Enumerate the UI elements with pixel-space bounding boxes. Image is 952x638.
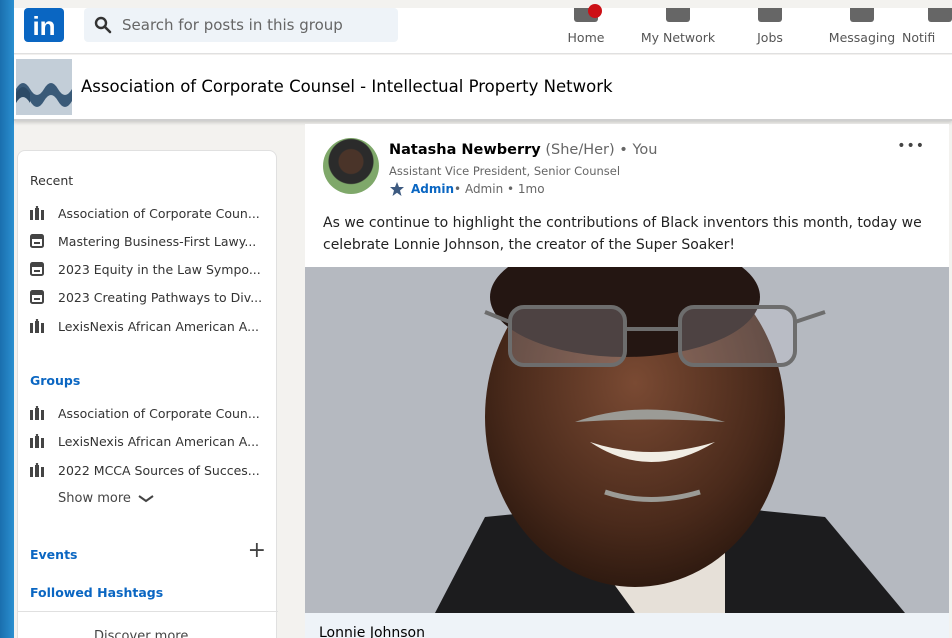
group-header: Association of Corporate Counsel - Intel… (14, 55, 952, 121)
show-more-label: Show more (58, 491, 131, 506)
nav-my-network[interactable]: My Network (637, 8, 719, 54)
author-headline: Assistant Vice President, Senior Counsel (389, 164, 621, 178)
discover-more-button[interactable]: Discover more (94, 629, 188, 638)
linkedin-logo[interactable]: in (24, 8, 64, 42)
author-name[interactable]: Natasha Newberry (389, 142, 541, 158)
home-icon (574, 4, 602, 22)
post-meta: Admin • Admin • 1mo (389, 181, 545, 197)
left-sidebar: Recent Association of Corporate Coun... … (17, 150, 278, 638)
group-item[interactable]: Association of Corporate Coun... (30, 403, 260, 423)
recent-item-label: 2023 Equity in the Law Sympo... (58, 261, 261, 277)
nav-home-label: Home (567, 30, 605, 45)
show-more-button[interactable]: Show more (58, 491, 155, 506)
post-meta-text: • Admin • 1mo (454, 182, 545, 196)
nav-notifications[interactable]: Notifi (902, 8, 952, 54)
add-event-icon[interactable]: + (248, 540, 266, 562)
post-card: Natasha Newberry (She/Her) • You Assista… (305, 124, 949, 638)
admin-badge[interactable]: Admin (411, 182, 454, 196)
network-icon (666, 8, 690, 22)
post-image[interactable] (305, 267, 949, 613)
group-logo[interactable] (16, 59, 72, 115)
groups-heading[interactable]: Groups (30, 373, 80, 388)
briefcase-icon (758, 8, 782, 22)
author-line: Natasha Newberry (She/Her) • You (389, 142, 657, 158)
group-title: Association of Corporate Counsel - Intel… (81, 77, 613, 96)
group-icon (30, 434, 44, 448)
recent-item[interactable]: Mastering Business-First Lawy... (30, 231, 256, 251)
search-box[interactable] (84, 8, 398, 42)
group-icon (30, 406, 44, 420)
recent-item[interactable]: 2023 Creating Pathways to Div... (30, 287, 262, 307)
nav-jobs-label: Jobs (757, 30, 783, 45)
recent-item-label: Association of Corporate Coun... (58, 205, 260, 221)
events-link[interactable]: Events (30, 547, 77, 562)
group-item[interactable]: 2022 MCCA Sources of Succes... (30, 460, 260, 480)
recent-item-label: LexisNexis African American A... (58, 318, 260, 334)
nav-jobs[interactable]: Jobs (752, 8, 788, 54)
recent-item[interactable]: LexisNexis African American A... (30, 316, 259, 336)
group-item-label: LexisNexis African American A... (58, 433, 260, 449)
chevron-down-icon (138, 494, 154, 502)
nav-notifications-label: Notifi (902, 30, 936, 45)
group-logo-graphic (16, 59, 72, 115)
recent-item[interactable]: Association of Corporate Coun... (30, 203, 260, 223)
nav-home[interactable]: Home (566, 4, 606, 54)
group-item-label: 2022 MCCA Sources of Succes... (58, 462, 260, 478)
followed-hashtags-link[interactable]: Followed Hashtags (30, 585, 163, 600)
bell-icon (928, 8, 952, 22)
calendar-icon (30, 290, 44, 304)
group-icon (30, 463, 44, 477)
nav-my-network-label: My Network (640, 30, 716, 45)
group-item-label: Association of Corporate Coun... (58, 405, 260, 421)
recent-item-label: Mastering Business-First Lawy... (58, 233, 257, 249)
messaging-icon (850, 8, 874, 22)
top-navigation-bar: in Home My Network Jobs Messaging Notifi (14, 4, 952, 54)
post-text: As we continue to highlight the contribu… (323, 215, 922, 253)
recent-item[interactable]: 2023 Equity in the Law Sympo... (30, 259, 261, 279)
group-icon (30, 319, 44, 333)
nav-messaging[interactable]: Messaging (827, 8, 897, 54)
group-item[interactable]: LexisNexis African American A... (30, 431, 259, 451)
recent-heading: Recent (30, 173, 74, 188)
author-avatar[interactable] (323, 138, 379, 194)
more-options-icon[interactable]: ••• (897, 138, 925, 154)
group-icon (30, 206, 44, 220)
nav-messaging-label: Messaging (828, 30, 896, 45)
recent-item-label: 2023 Creating Pathways to Div... (58, 289, 263, 305)
search-input[interactable] (122, 16, 382, 34)
portrait-photo (305, 267, 949, 613)
author-you: • You (614, 142, 658, 158)
author-pronouns: (She/Her) (545, 142, 615, 158)
calendar-icon (30, 234, 44, 248)
notification-badge (588, 4, 602, 18)
calendar-icon (30, 262, 44, 276)
sidebar-divider (18, 611, 278, 612)
star-icon (390, 182, 404, 196)
search-icon (94, 16, 112, 34)
image-caption-bar[interactable]: Lonnie Johnson (305, 613, 949, 638)
image-caption: Lonnie Johnson (319, 625, 425, 638)
